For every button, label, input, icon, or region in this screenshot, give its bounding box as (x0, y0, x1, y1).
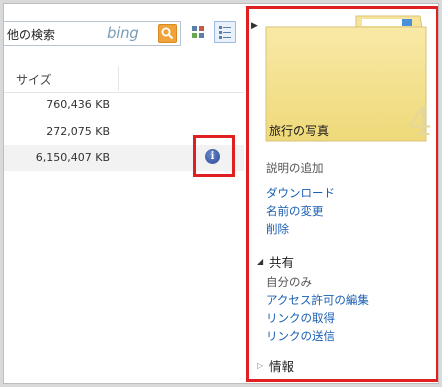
edit-permissions-link[interactable]: アクセス許可の編集 (266, 292, 369, 308)
column-divider[interactable] (118, 66, 119, 91)
folder-name: 旅行の写真 (269, 124, 330, 138)
delete-link[interactable]: 削除 (266, 221, 289, 237)
table-row[interactable]: 760,436 KB (4, 92, 244, 118)
bing-logo: bing (107, 24, 139, 42)
info-icon[interactable]: i (205, 149, 220, 164)
search-button[interactable] (158, 24, 177, 43)
share-section-title[interactable]: 共有 (269, 252, 294, 271)
search-input[interactable]: 他の検索 (7, 26, 55, 43)
info-section-title[interactable]: 情報 (269, 356, 294, 375)
file-size: 272,075 KB (46, 125, 110, 138)
list-view-icon (219, 26, 231, 39)
expand-info-icon[interactable]: ▷ (257, 361, 263, 370)
details-view-button[interactable] (214, 21, 236, 43)
magnifier-icon (161, 27, 174, 40)
expand-share-icon[interactable]: ◢ (257, 257, 263, 266)
column-header-row: サイズ (4, 66, 244, 93)
column-header-size[interactable]: サイズ (16, 71, 52, 88)
file-list-window: 他の検索 bing サイズ 760,436 KB 272,075 KB 6,15… (3, 3, 439, 384)
search-box[interactable]: 他の検索 bing (4, 21, 181, 46)
share-status: 自分のみ (266, 275, 312, 289)
collapse-pane-icon[interactable]: ▶ (251, 21, 258, 31)
grid-view-icon (192, 26, 204, 38)
rename-link[interactable]: 名前の変更 (266, 203, 324, 219)
file-size: 760,436 KB (46, 98, 110, 111)
download-link[interactable]: ダウンロード (266, 185, 335, 201)
get-link-link[interactable]: リンクの取得 (266, 310, 335, 326)
folder-item-count: 4 (408, 100, 433, 144)
add-description-link[interactable]: 説明の追加 (266, 160, 324, 176)
thumbnail-view-button[interactable] (187, 21, 209, 43)
file-size: 6,150,407 KB (35, 151, 110, 164)
send-link-link[interactable]: リンクの送信 (266, 328, 335, 344)
